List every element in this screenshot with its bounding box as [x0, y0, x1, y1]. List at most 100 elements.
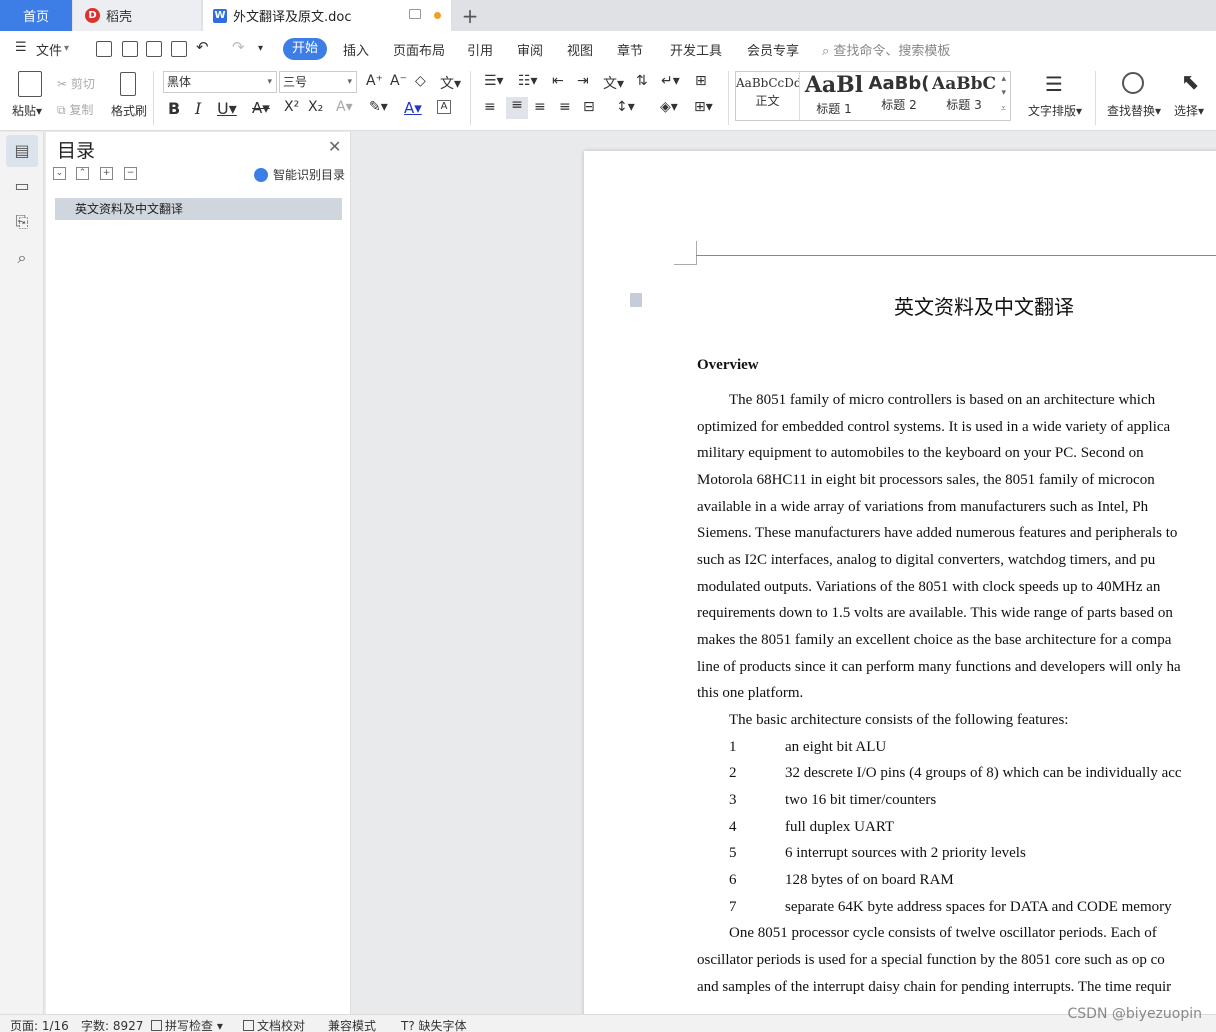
tab-daoke[interactable]: D 稻壳: [73, 0, 201, 31]
paragraph-line: such as I2C interfaces, analog to digita…: [697, 552, 1156, 568]
text-effect-icon[interactable]: A▾: [336, 99, 353, 115]
style-heading-1[interactable]: AaBl 标题 1: [802, 72, 866, 120]
menu-file[interactable]: 文件: [36, 40, 62, 59]
align-right-icon[interactable]: ≡: [534, 99, 546, 115]
menu-page-layout[interactable]: 页面布局: [393, 40, 445, 59]
menu-insert[interactable]: 插入: [343, 40, 369, 59]
export-icon[interactable]: [122, 41, 138, 57]
format-painter-button[interactable]: 格式刷: [111, 102, 147, 119]
styles-scroll-up-icon[interactable]: ▴: [1001, 74, 1006, 84]
monitor-icon[interactable]: [409, 9, 421, 19]
tab-home[interactable]: 首页: [0, 0, 72, 31]
hamburger-icon[interactable]: ☰: [15, 40, 27, 55]
doc-proofread-button[interactable]: 文档校对: [243, 1017, 305, 1032]
toc-entry[interactable]: 英文资料及中文翻译: [55, 198, 342, 220]
toc-nav-icon[interactable]: ▤: [12, 141, 32, 161]
grow-font-icon[interactable]: A⁺: [366, 73, 383, 89]
word-count[interactable]: 字数: 8927: [81, 1017, 143, 1032]
subscript-icon[interactable]: X₂: [308, 99, 323, 115]
justify-icon[interactable]: ≡: [559, 99, 571, 115]
redo-icon[interactable]: ↷: [232, 38, 245, 56]
save-icon[interactable]: [96, 41, 112, 57]
remove-level-icon[interactable]: −: [124, 167, 137, 180]
styles-expand-icon[interactable]: ⩡: [1001, 104, 1006, 114]
decrease-indent-icon[interactable]: ⇤: [552, 73, 564, 89]
menu-review[interactable]: 审阅: [517, 40, 543, 59]
styles-scroll-down-icon[interactable]: ▾: [1001, 88, 1006, 98]
collapse-up-icon[interactable]: ⌃: [76, 167, 89, 180]
font-size-select[interactable]: 三号 ▾: [279, 71, 357, 93]
italic-icon[interactable]: I: [195, 99, 201, 118]
numbered-list-icon[interactable]: ☷▾: [518, 73, 538, 89]
cut-button[interactable]: ✂ 剪切: [57, 75, 95, 92]
tab-stops-icon[interactable]: ⊞: [695, 73, 707, 89]
style-heading-2-name: 标题 2: [881, 98, 917, 112]
superscript-icon[interactable]: X²: [284, 99, 299, 115]
page-indicator[interactable]: 页面: 1/16: [10, 1017, 69, 1032]
print-preview-icon[interactable]: [171, 41, 187, 57]
underline-icon[interactable]: U▾: [217, 99, 237, 118]
select-cursor-icon[interactable]: ⬉: [1181, 70, 1199, 95]
daoke-logo-icon: D: [85, 8, 100, 23]
command-search[interactable]: ⌕ 查找命令、搜索模板: [822, 40, 950, 59]
tab-document[interactable]: W 外文翻译及原文.doc: [203, 0, 451, 31]
style-heading-2[interactable]: AaBb( 标题 2: [867, 72, 931, 120]
align-center-icon[interactable]: ≡: [506, 97, 528, 119]
menu-view[interactable]: 视图: [567, 40, 593, 59]
align-left-icon[interactable]: ≡: [484, 99, 496, 115]
char-border-icon[interactable]: A: [437, 100, 451, 114]
find-replace-button[interactable]: 查找替换▾: [1107, 102, 1161, 119]
clear-format-icon[interactable]: ◇: [415, 73, 426, 89]
font-family-select[interactable]: 黑体 ▾: [163, 71, 277, 93]
compat-mode[interactable]: 兼容模式: [328, 1017, 376, 1032]
show-marks-icon[interactable]: ↵▾: [661, 73, 680, 89]
ribbon-divider: [153, 71, 154, 125]
menu-start[interactable]: 开始: [283, 38, 327, 60]
menu-references[interactable]: 引用: [467, 40, 493, 59]
add-level-icon[interactable]: +: [100, 167, 113, 180]
bookmark-icon[interactable]: ⎘: [12, 212, 32, 232]
document-page[interactable]: 英文资料及中文翻译 Overview The 8051 family of mi…: [584, 151, 1216, 1014]
missing-font-button[interactable]: T? 缺失字体: [401, 1017, 467, 1032]
find-replace-icon[interactable]: [1122, 72, 1144, 94]
distribute-icon[interactable]: ⊟: [583, 99, 595, 115]
line-spacing-icon[interactable]: ↕▾: [616, 99, 635, 115]
sort-icon[interactable]: ⇅: [636, 73, 648, 89]
chapter-nav-icon[interactable]: ▭: [12, 176, 32, 196]
borders-icon[interactable]: ⊞▾: [694, 99, 713, 115]
style-heading-3[interactable]: AaBbC 标题 3: [932, 72, 996, 120]
chevron-down-icon[interactable]: ▾: [64, 43, 69, 54]
font-color-icon[interactable]: A▾: [404, 99, 422, 117]
paste-icon[interactable]: [18, 71, 42, 97]
find-icon[interactable]: ⌕: [12, 248, 32, 268]
bold-icon[interactable]: B: [168, 99, 180, 118]
strikethrough-icon[interactable]: A▾: [252, 99, 270, 117]
increase-indent-icon[interactable]: ⇥: [577, 73, 589, 89]
text-layout-icon[interactable]: ☰: [1045, 72, 1069, 96]
close-icon[interactable]: ✕: [328, 137, 341, 156]
style-normal-name: 正文: [755, 94, 780, 108]
spell-check-button[interactable]: 拼写检查 ▾: [151, 1017, 223, 1032]
paste-button[interactable]: 粘贴▾: [12, 102, 42, 119]
menu-member[interactable]: 会员专享: [747, 40, 799, 59]
format-painter-icon[interactable]: [120, 72, 136, 96]
highlight-icon[interactable]: ✎▾: [369, 99, 388, 115]
phonetic-icon[interactable]: 文▾: [440, 73, 461, 93]
menu-chapter[interactable]: 章节: [617, 40, 643, 59]
shading-icon[interactable]: ◈▾: [660, 99, 678, 115]
menu-developer[interactable]: 开发工具: [670, 40, 722, 59]
print-icon[interactable]: [146, 41, 162, 57]
copy-button[interactable]: ⧉ 复制: [57, 101, 93, 118]
quick-access-more-icon[interactable]: ▾: [258, 43, 263, 54]
shrink-font-icon[interactable]: A⁻: [390, 73, 407, 89]
style-normal[interactable]: AaBbCcDd 正文: [736, 72, 800, 120]
undo-icon[interactable]: ↶: [196, 38, 209, 56]
document-outline-icon[interactable]: [630, 293, 642, 307]
smart-toc-button[interactable]: 智能识别目录: [254, 166, 345, 183]
expand-down-icon[interactable]: ⌄: [53, 167, 66, 180]
new-tab-button[interactable]: +: [455, 0, 485, 31]
text-layout-button[interactable]: 文字排版▾: [1028, 102, 1082, 119]
bullet-list-icon[interactable]: ☰▾: [484, 73, 504, 89]
select-button[interactable]: 选择▾: [1174, 102, 1204, 119]
chinese-layout-icon[interactable]: 文▾: [603, 73, 624, 93]
